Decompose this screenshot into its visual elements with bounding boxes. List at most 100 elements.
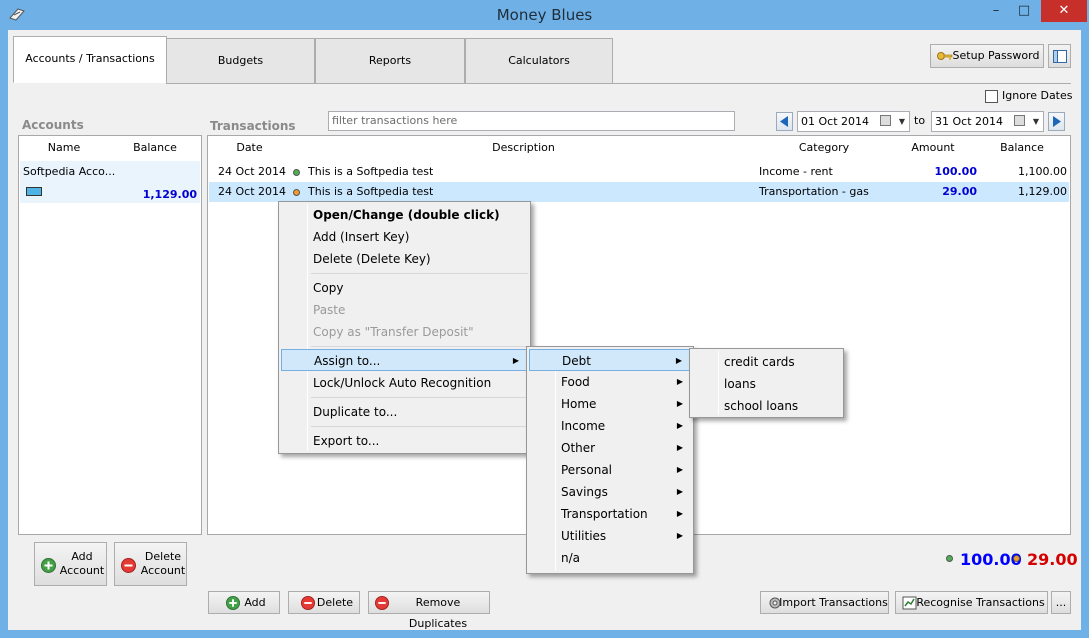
menu-separator	[311, 426, 528, 427]
submenu-item-savings[interactable]: Savings ▶	[529, 481, 691, 503]
utilities-label: Utilities	[561, 529, 607, 543]
assign-submenu: Debt ▶ Food ▶ Home ▶ Income ▶ Other ▶ Persona…	[526, 346, 694, 574]
col-balance[interactable]: Balance	[974, 136, 1070, 160]
submenu-item-food[interactable]: Food ▶	[529, 371, 691, 393]
calendar-icon	[1014, 115, 1025, 126]
accounts-col-name[interactable]: Name	[19, 136, 109, 160]
tab-accounts-transactions[interactable]: Accounts / Transactions	[13, 36, 167, 83]
setup-password-button[interactable]: Setup Password	[930, 44, 1044, 68]
menu-item-copy-as-transfer[interactable]: Copy as "Transfer Deposit"	[281, 321, 528, 343]
layout-icon	[1053, 50, 1067, 63]
chevron-right-icon: ▶	[675, 356, 682, 365]
minimize-button[interactable]: –	[983, 0, 1009, 22]
submenu-item-utilities[interactable]: Utilities ▶	[529, 525, 691, 547]
debt-label: Debt	[562, 354, 591, 368]
menu-item-paste[interactable]: Paste	[281, 299, 528, 321]
submenu-item-home[interactable]: Home ▶	[529, 393, 691, 415]
chevron-right-icon: ▶	[676, 377, 683, 386]
status-dot-icon	[293, 169, 300, 176]
app-window: Money Blues – □ ✕ Accounts / Transaction…	[0, 0, 1089, 638]
remove-duplicates-button[interactable]: Remove Duplicates	[368, 591, 490, 630]
chevron-down-icon: ▼	[898, 117, 905, 126]
submenu-item-personal[interactable]: Personal ▶	[529, 459, 691, 481]
key-icon	[937, 52, 953, 60]
account-name: Softpedia Acco...	[23, 165, 116, 178]
tab-budgets[interactable]: Budgets	[166, 38, 315, 84]
submenu-item-school-loans[interactable]: school loans	[692, 395, 841, 417]
date-from-picker[interactable]: 01 Oct 2014 ▼	[797, 111, 910, 132]
submenu-item-na[interactable]: n/a	[529, 547, 691, 569]
tab-divider	[613, 83, 1071, 84]
col-description[interactable]: Description	[291, 136, 756, 160]
recognise-icon	[902, 596, 917, 610]
total-expense: 29.00	[1027, 550, 1078, 569]
expense-dot-icon	[1013, 555, 1020, 562]
menu-item-assign-to[interactable]: Assign to... ▶	[281, 349, 528, 371]
submenu-item-credit-cards[interactable]: credit cards	[692, 351, 841, 373]
menu-item-copy[interactable]: Copy	[281, 277, 528, 299]
tab-calculators[interactable]: Calculators	[465, 38, 613, 84]
add-icon	[41, 558, 56, 573]
col-amount[interactable]: Amount	[892, 136, 974, 160]
chevron-right-icon: ▶	[676, 421, 683, 430]
maximize-button[interactable]: □	[1011, 0, 1037, 22]
table-row[interactable]: 24 Oct 2014 This is a Softpedia test Tra…	[209, 182, 1069, 202]
prev-period-button[interactable]	[776, 112, 793, 131]
context-menu: Open/Change (double click) Add (Insert K…	[278, 201, 531, 454]
row-category: Income - rent	[759, 165, 833, 178]
close-button[interactable]: ✕	[1041, 0, 1087, 22]
income-label: Income	[561, 419, 606, 433]
add-account-button[interactable]: Add Account	[34, 542, 107, 586]
delete-transaction-button[interactable]: Delete	[288, 591, 360, 614]
add-transaction-button[interactable]: Add	[208, 591, 280, 614]
account-card-icon	[26, 187, 42, 196]
row-balance: 1,100.00	[1018, 165, 1067, 178]
submenu-item-debt[interactable]: Debt ▶	[529, 349, 691, 371]
submenu-item-transportation[interactable]: Transportation ▶	[529, 503, 691, 525]
row-amount: 29.00	[942, 185, 977, 198]
row-description: This is a Softpedia test	[308, 165, 434, 178]
chevron-right-icon: ▶	[512, 356, 519, 365]
row-date: 24 Oct 2014	[218, 185, 287, 198]
layout-toggle-button[interactable]	[1048, 44, 1071, 68]
more-button[interactable]: ...	[1051, 591, 1071, 614]
menu-item-open[interactable]: Open/Change (double click)	[281, 204, 528, 226]
window-title: Money Blues	[496, 6, 593, 24]
menu-item-lock-auto-recognition[interactable]: Lock/Unlock Auto Recognition	[281, 372, 528, 394]
import-transactions-button[interactable]: Import Transactions	[760, 591, 889, 614]
transactions-title: Transactions	[210, 119, 296, 133]
row-date: 24 Oct 2014	[218, 165, 287, 178]
date-to-picker[interactable]: 31 Oct 2014 ▼	[931, 111, 1044, 132]
accounts-list[interactable]: Name Balance Softpedia Acco... 1,129.00	[18, 135, 202, 535]
ignore-dates-checkbox[interactable]	[985, 90, 998, 103]
recognise-transactions-button[interactable]: Recognise Transactions	[895, 591, 1048, 614]
next-period-button[interactable]	[1048, 112, 1065, 131]
table-row[interactable]: 24 Oct 2014 This is a Softpedia test Inc…	[209, 162, 1069, 182]
account-row[interactable]: Softpedia Acco... 1,129.00	[20, 161, 200, 203]
submenu-item-loans[interactable]: loans	[692, 373, 841, 395]
ignore-dates-label: Ignore Dates	[1002, 89, 1073, 102]
debt-submenu: credit cards loans school loans	[689, 348, 844, 418]
date-from-value: 01 Oct 2014	[801, 115, 870, 128]
col-date[interactable]: Date	[208, 136, 291, 160]
menu-item-add[interactable]: Add (Insert Key)	[281, 226, 528, 248]
filter-input[interactable]: filter transactions here	[328, 111, 735, 131]
chevron-right-icon: ▶	[676, 443, 683, 452]
income-dot-icon	[946, 555, 953, 562]
chevron-right-icon: ▶	[676, 531, 683, 540]
assign-to-label: Assign to...	[314, 354, 381, 368]
col-category[interactable]: Category	[756, 136, 892, 160]
submenu-item-other[interactable]: Other ▶	[529, 437, 691, 459]
menu-item-duplicate[interactable]: Duplicate to...	[281, 401, 528, 423]
transportation-label: Transportation	[561, 507, 648, 521]
submenu-item-income[interactable]: Income ▶	[529, 415, 691, 437]
delete-icon	[375, 596, 389, 610]
accounts-col-balance[interactable]: Balance	[109, 136, 201, 160]
delete-account-button[interactable]: Delete Account	[114, 542, 187, 586]
menu-item-delete[interactable]: Delete (Delete Key)	[281, 248, 528, 270]
chevron-down-icon: ▼	[1032, 117, 1039, 126]
personal-label: Personal	[561, 463, 613, 477]
tab-reports[interactable]: Reports	[315, 38, 465, 84]
chevron-right-icon: ▶	[676, 399, 683, 408]
menu-item-export[interactable]: Export to...	[281, 430, 528, 452]
